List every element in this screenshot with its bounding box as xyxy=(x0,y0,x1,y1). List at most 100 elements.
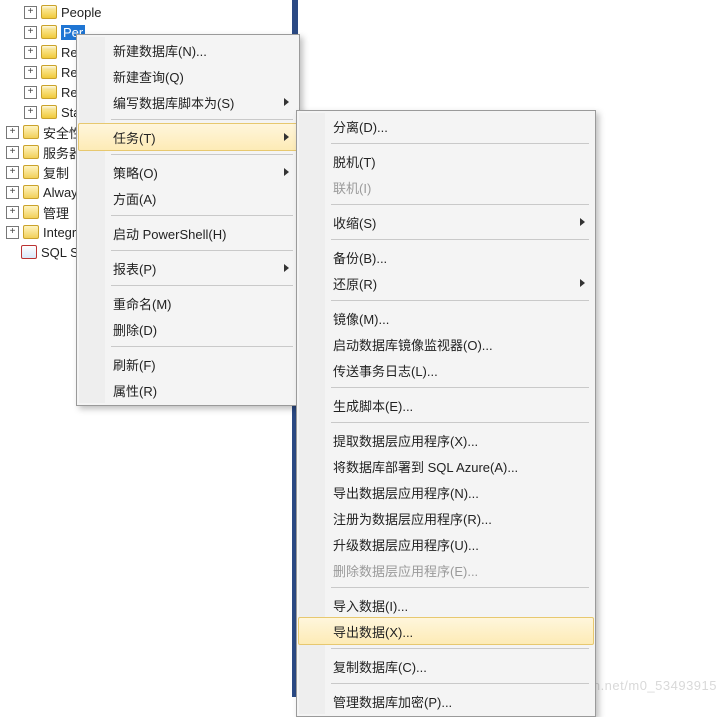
menu-item[interactable]: 还原(R) xyxy=(299,270,593,296)
menu-item-label: 任务(T) xyxy=(113,128,156,147)
menu-separator xyxy=(111,154,293,155)
menu-item[interactable]: 任务(T) xyxy=(78,123,298,151)
sql-icon xyxy=(21,245,37,259)
menu-item-label: 属性(R) xyxy=(113,381,157,400)
menu-item-label: 报表(P) xyxy=(113,259,156,278)
menu-item[interactable]: 复制数据库(C)... xyxy=(299,653,593,679)
tree-item-label: 复制 xyxy=(43,163,69,182)
menu-separator xyxy=(111,285,293,286)
menu-item-label: 启动 PowerShell(H) xyxy=(113,224,226,243)
submenu-arrow-icon xyxy=(284,264,289,272)
menu-item[interactable]: 刷新(F) xyxy=(79,351,297,377)
menu-item-label: 刷新(F) xyxy=(113,355,156,374)
menu-item[interactable]: 镜像(M)... xyxy=(299,305,593,331)
expand-toggle[interactable]: + xyxy=(24,86,37,99)
menu-item-label: 导出数据层应用程序(N)... xyxy=(333,483,479,502)
menu-item[interactable]: 生成脚本(E)... xyxy=(299,392,593,418)
menu-item[interactable]: 新建数据库(N)... xyxy=(79,37,297,63)
expand-toggle[interactable]: + xyxy=(6,226,19,239)
menu-item[interactable]: 注册为数据层应用程序(R)... xyxy=(299,505,593,531)
menu-item[interactable]: 编写数据库脚本为(S) xyxy=(79,89,297,115)
menu-item-label: 生成脚本(E)... xyxy=(333,396,413,415)
menu-item[interactable]: 提取数据层应用程序(X)... xyxy=(299,427,593,453)
folder-icon xyxy=(23,125,39,139)
menu-item-label: 收缩(S) xyxy=(333,213,376,232)
expand-toggle[interactable]: + xyxy=(6,206,19,219)
expand-toggle[interactable]: + xyxy=(6,126,19,139)
menu-item-label: 导入数据(I)... xyxy=(333,596,408,615)
db-icon xyxy=(41,25,57,39)
menu-item[interactable]: 将数据库部署到 SQL Azure(A)... xyxy=(299,453,593,479)
menu-separator xyxy=(331,143,589,144)
menu-item-label: 复制数据库(C)... xyxy=(333,657,427,676)
menu-separator xyxy=(331,204,589,205)
submenu-tasks[interactable]: 分离(D)... 脱机(T) 联机(I) 收缩(S) 备份(B)... 还原(R) 镜像(M… xyxy=(296,110,596,717)
menu-item-label: 注册为数据层应用程序(R)... xyxy=(333,509,492,528)
folder-icon xyxy=(23,145,39,159)
menu-item-label: 升级数据层应用程序(U)... xyxy=(333,535,479,554)
menu-item[interactable]: 导出数据层应用程序(N)... xyxy=(299,479,593,505)
menu-item[interactable]: 分离(D)... xyxy=(299,113,593,139)
menu-item-label: 脱机(T) xyxy=(333,152,376,171)
menu-item[interactable]: 报表(P) xyxy=(79,255,297,281)
menu-item-label: 将数据库部署到 SQL Azure(A)... xyxy=(333,457,518,476)
menu-separator xyxy=(111,346,293,347)
expand-toggle[interactable]: + xyxy=(24,6,37,19)
menu-item[interactable]: 属性(R) xyxy=(79,377,297,403)
menu-item[interactable]: 导入数据(I)... xyxy=(299,592,593,618)
db-icon xyxy=(41,85,57,99)
expand-toggle[interactable]: + xyxy=(24,46,37,59)
menu-item-label: 新建查询(Q) xyxy=(113,67,184,86)
menu-item[interactable]: 删除(D) xyxy=(79,316,297,342)
tree-item-label: Integr xyxy=(43,225,76,240)
menu-separator xyxy=(331,387,589,388)
menu-item[interactable]: 启动 PowerShell(H) xyxy=(79,220,297,246)
menu-item[interactable]: 脱机(T) xyxy=(299,148,593,174)
db-icon xyxy=(41,45,57,59)
menu-item-label: 镜像(M)... xyxy=(333,309,389,328)
menu-item-label: 还原(R) xyxy=(333,274,377,293)
menu-item-label: 删除(D) xyxy=(113,320,157,339)
expand-toggle[interactable]: + xyxy=(6,186,19,199)
menu-item-label: 联机(I) xyxy=(333,178,371,197)
menu-item[interactable]: 重命名(M) xyxy=(79,290,297,316)
menu-item-label: 新建数据库(N)... xyxy=(113,41,207,60)
expand-toggle[interactable]: + xyxy=(24,66,37,79)
menu-separator xyxy=(331,300,589,301)
tree-item-label: Alway xyxy=(43,185,78,200)
tree-item[interactable]: + People xyxy=(4,2,294,22)
menu-item: 联机(I) xyxy=(299,174,593,200)
menu-separator xyxy=(111,215,293,216)
menu-separator xyxy=(331,683,589,684)
expand-toggle[interactable]: + xyxy=(6,166,19,179)
tree-item-label: People xyxy=(61,5,101,20)
menu-item[interactable]: 导出数据(X)... xyxy=(298,617,594,645)
menu-item-label: 备份(B)... xyxy=(333,248,387,267)
tree-item-label: 管理 xyxy=(43,203,69,222)
menu-item[interactable]: 策略(O) xyxy=(79,159,297,185)
menu-item-label: 重命名(M) xyxy=(113,294,172,313)
folder-icon xyxy=(23,205,39,219)
context-menu-database[interactable]: 新建数据库(N)... 新建查询(Q) 编写数据库脚本为(S) 任务(T) 策略(O) 方… xyxy=(76,34,300,406)
menu-item[interactable]: 传送事务日志(L)... xyxy=(299,357,593,383)
menu-item-label: 方面(A) xyxy=(113,189,156,208)
menu-item[interactable]: 启动数据库镜像监视器(O)... xyxy=(299,331,593,357)
menu-separator xyxy=(331,648,589,649)
expand-toggle[interactable]: + xyxy=(24,26,37,39)
menu-item[interactable]: 管理数据库加密(P)... xyxy=(299,688,593,714)
submenu-arrow-icon xyxy=(284,133,289,141)
submenu-arrow-icon xyxy=(284,98,289,106)
expand-toggle[interactable]: + xyxy=(24,106,37,119)
submenu-arrow-icon xyxy=(580,218,585,226)
menu-item[interactable]: 备份(B)... xyxy=(299,244,593,270)
menu-item[interactable]: 升级数据层应用程序(U)... xyxy=(299,531,593,557)
menu-separator xyxy=(111,119,293,120)
menu-item[interactable]: 收缩(S) xyxy=(299,209,593,235)
folder-icon xyxy=(23,185,39,199)
menu-item: 删除数据层应用程序(E)... xyxy=(299,557,593,583)
menu-item[interactable]: 方面(A) xyxy=(79,185,297,211)
expand-toggle[interactable]: + xyxy=(6,146,19,159)
folder-icon xyxy=(23,225,39,239)
submenu-arrow-icon xyxy=(284,168,289,176)
menu-item[interactable]: 新建查询(Q) xyxy=(79,63,297,89)
